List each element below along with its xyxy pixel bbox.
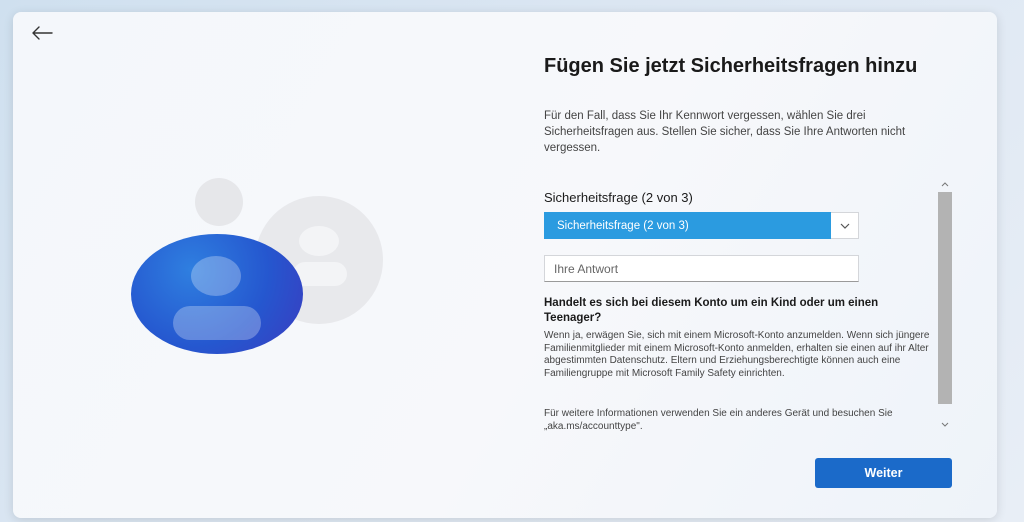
info-body: Wenn ja, erwägen Sie, sich mit einem Mic… [544, 330, 930, 379]
small-circle-decoration [195, 178, 243, 226]
next-button[interactable]: Weiter [815, 458, 952, 488]
page-description: Für den Fall, dass Sie Ihr Kennwort verg… [544, 110, 906, 154]
caret-up-icon [941, 181, 949, 186]
scrollable-form: Sicherheitsfrage (2 von 3) Sicherheitsfr… [544, 186, 939, 432]
caret-down-icon [941, 422, 949, 427]
answer-input[interactable] [544, 255, 859, 282]
dropdown-arrow[interactable] [831, 212, 859, 239]
chevron-down-icon [840, 223, 849, 229]
scroll-down-button[interactable] [937, 418, 953, 430]
blue-person-icon [131, 234, 303, 354]
info-more: Für weitere Informationen verwenden Sie … [544, 408, 893, 432]
scroll-up-button[interactable] [937, 178, 953, 190]
scrollbar-thumb[interactable] [938, 192, 952, 404]
info-heading: Handelt es sich bei diesem Konto um ein … [544, 297, 879, 324]
page-title: Fügen Sie jetzt Sicherheitsfragen hinzu [544, 55, 918, 77]
security-question-dropdown[interactable]: Sicherheitsfrage (2 von 3) [544, 212, 859, 239]
account-illustration [13, 12, 513, 518]
dropdown-selected-value: Sicherheitsfrage (2 von 3) [544, 212, 831, 239]
setup-window: Fügen Sie jetzt Sicherheitsfragen hinzu … [13, 12, 997, 518]
question-label: Sicherheitsfrage (2 von 3) [544, 190, 693, 205]
scrollbar[interactable] [937, 178, 953, 430]
